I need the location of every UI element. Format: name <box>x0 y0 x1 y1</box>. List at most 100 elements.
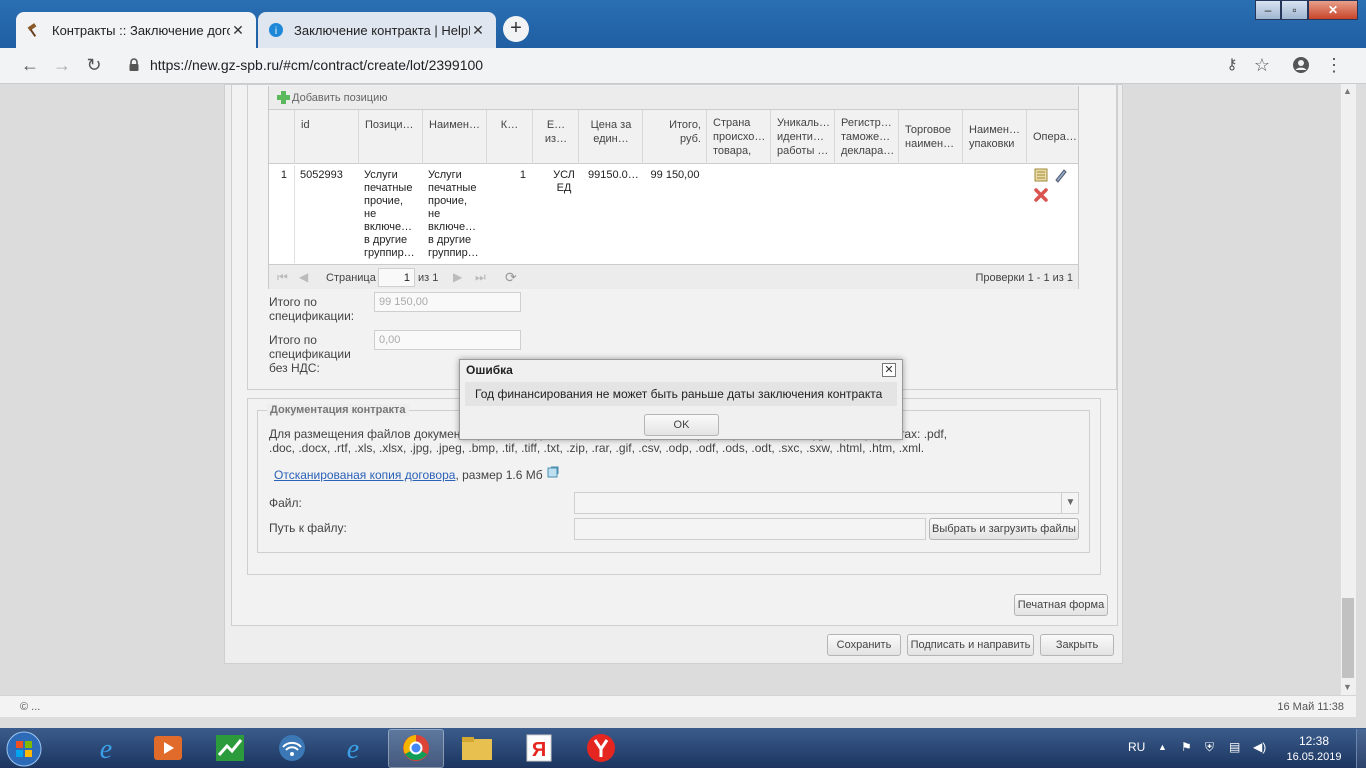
account-icon[interactable] <box>1292 56 1310 74</box>
page-input[interactable]: 1 <box>378 268 415 287</box>
column-header-id[interactable]: id <box>294 110 359 164</box>
tray-expand-icon[interactable]: ▲ <box>1158 742 1167 752</box>
flag-icon[interactable]: ⚑ <box>1181 740 1192 754</box>
column-header-position[interactable]: Позици… <box>358 110 422 164</box>
sign-send-button[interactable]: Подписать и направить <box>907 634 1034 656</box>
antivirus-icon[interactable]: ⛨ <box>1205 740 1214 755</box>
file-label: Файл: <box>269 496 302 510</box>
scroll-down-icon[interactable]: ▼ <box>1343 682 1352 692</box>
scan-copy-link[interactable]: Отсканированая копия договора <box>274 468 455 482</box>
minimize-button[interactable]: – <box>1255 0 1281 20</box>
media-player-icon[interactable] <box>148 733 188 763</box>
language-indicator[interactable]: RU <box>1128 740 1145 754</box>
total-novat-label: Итого по спецификации без НДС: <box>269 333 351 375</box>
ok-button[interactable]: OK <box>644 414 719 436</box>
key-icon[interactable]: ⚷ <box>1222 55 1242 75</box>
chrome-icon[interactable] <box>396 733 436 763</box>
refresh-icon[interactable]: ⟳ <box>505 269 517 286</box>
forward-arrow-icon[interactable]: → <box>52 55 72 75</box>
page-label: Страница <box>326 272 376 284</box>
scrollbar-thumb[interactable] <box>1342 598 1354 678</box>
menu-icon[interactable]: ⋮ <box>1324 55 1344 75</box>
cell-price: 99150.0… <box>588 169 639 181</box>
close-icon[interactable]: ✕ <box>230 22 246 39</box>
next-page-icon[interactable]: ▶ <box>453 270 462 284</box>
path-input[interactable] <box>574 518 926 540</box>
file-size: , размер 1.6 Мб <box>455 468 543 482</box>
save-button[interactable]: Сохранить <box>827 634 901 656</box>
total-label: Итого по спецификации: <box>269 295 355 323</box>
svg-text:Я: Я <box>532 739 546 761</box>
column-header-country[interactable]: Страна происхо… товара, … <box>706 110 771 164</box>
cell-position: Услуги печатные прочие, не включе… в дру… <box>364 169 415 259</box>
column-header-unit[interactable]: Е… из… <box>532 110 579 164</box>
first-page-icon[interactable]: ⏮ <box>277 270 288 285</box>
cell-name: Услуги печатные прочие, не включе… в дру… <box>428 169 479 259</box>
clock-time[interactable]: 12:38 <box>1284 734 1344 748</box>
network-app-icon[interactable] <box>272 733 312 763</box>
clock-date[interactable]: 16.05.2019 <box>1280 751 1348 763</box>
folder-icon[interactable] <box>457 733 497 763</box>
document-icon[interactable] <box>1033 168 1049 182</box>
tab-contracts[interactable]: Контракты :: Заключение договора ✕ <box>16 12 256 48</box>
back-arrow-icon[interactable]: ← <box>20 55 40 75</box>
column-header-customs[interactable]: Регистр… таможе… деклара… <box>834 110 899 164</box>
yandex-icon[interactable] <box>581 733 621 763</box>
prev-page-icon[interactable]: ◀ <box>299 270 308 284</box>
path-label: Путь к файлу: <box>269 521 347 535</box>
column-header-unique-id[interactable]: Уникаль… иденти… работы … <box>770 110 835 164</box>
show-desktop-button[interactable] <box>1356 729 1366 768</box>
close-icon[interactable]: ✕ <box>470 22 486 39</box>
info-globe-icon: i <box>269 23 283 37</box>
star-icon[interactable]: ☆ <box>1252 55 1272 75</box>
yandex-browser-icon[interactable]: Я <box>519 733 559 763</box>
address-bar[interactable]: https://new.gz-spb.ru/#cm/contract/creat… <box>150 57 483 73</box>
cell-total: 99 150,00 <box>650 169 700 181</box>
file-select[interactable] <box>574 492 1079 514</box>
column-header-operations[interactable]: Опера… <box>1026 110 1078 164</box>
print-form-button[interactable]: Печатная форма <box>1014 594 1108 616</box>
cell-unit: УСЛ ЕД <box>553 169 575 194</box>
upload-files-button[interactable]: Выбрать и загрузить файлы <box>929 518 1079 540</box>
delete-icon[interactable] <box>1033 187 1049 203</box>
column-header-price[interactable]: Цена за един… <box>578 110 643 164</box>
tab-title: Контракты :: Заключение договора <box>52 22 230 38</box>
total-novat-field[interactable]: 0,00 <box>374 330 521 350</box>
total-field[interactable]: 99 150,00 <box>374 292 521 312</box>
column-header-qty[interactable]: К… <box>486 110 532 164</box>
chevron-down-icon[interactable]: ▼ <box>1061 493 1079 513</box>
column-header-total[interactable]: Итого, руб. <box>642 110 707 164</box>
volume-icon[interactable]: ◀) <box>1253 740 1266 754</box>
column-header-trade-name[interactable]: Торговое наимен… <box>898 110 963 164</box>
svg-text:e: e <box>347 734 359 763</box>
maximize-button[interactable]: ▫ <box>1281 0 1308 20</box>
status-datetime: 16 Май 11:38 <box>1277 701 1344 713</box>
add-position-button[interactable]: Добавить позицию <box>292 92 388 104</box>
row-number: 1 <box>280 169 287 181</box>
status-left: © ... <box>20 701 41 713</box>
column-header-package[interactable]: Наимен… упаковки <box>962 110 1027 164</box>
internet-explorer-icon[interactable]: e <box>86 733 126 763</box>
edit-pencil-icon[interactable] <box>1053 167 1067 183</box>
cell-id: 5052993 <box>300 169 343 181</box>
close-form-button[interactable]: Закрыть <box>1040 634 1114 656</box>
last-page-icon[interactable]: ⏭ <box>475 270 486 285</box>
attachment-icon[interactable] <box>546 465 560 479</box>
column-header-name[interactable]: Наимен… <box>422 110 487 164</box>
network-tray-icon[interactable]: ▤ <box>1229 740 1240 754</box>
tab-title: Заключение контракта | HelpDesk <box>294 22 470 38</box>
close-icon[interactable]: ✕ <box>882 363 896 377</box>
reload-icon[interactable]: ↻ <box>84 55 104 75</box>
start-button-icon[interactable] <box>4 730 44 768</box>
add-icon[interactable] <box>276 90 291 105</box>
dialog-message: Год финансирования не может быть раньше … <box>465 382 897 406</box>
tab-helpdesk[interactable]: i Заключение контракта | HelpDesk ✕ <box>258 12 496 48</box>
lock-icon <box>129 58 139 71</box>
documentation-info-line2: .doc, .docx, .rtf, .xls, .xlsx, .jpg, .j… <box>269 441 925 455</box>
window-close-button[interactable]: ✕ <box>1308 0 1358 20</box>
internet-explorer-icon-2[interactable]: e <box>333 733 373 763</box>
chart-app-icon[interactable] <box>210 733 250 763</box>
new-tab-button[interactable]: + <box>503 16 529 42</box>
scroll-up-icon[interactable]: ▲ <box>1343 86 1352 96</box>
page-count: из 1 <box>418 272 439 284</box>
